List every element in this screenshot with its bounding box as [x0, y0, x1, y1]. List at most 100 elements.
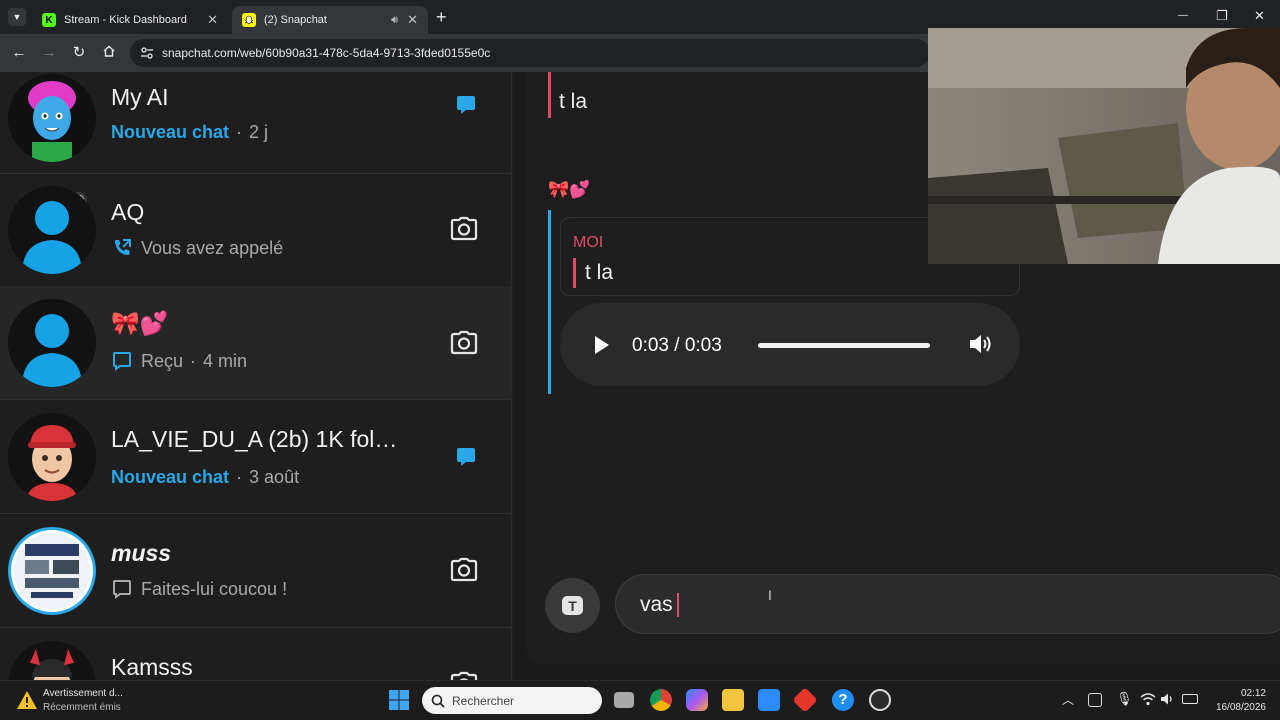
message-bar	[548, 210, 551, 394]
message-input[interactable]: vas I	[615, 574, 1280, 634]
site-info-icon[interactable]	[140, 46, 154, 60]
copilot-icon[interactable]	[686, 689, 708, 711]
message-input-text: vas	[640, 593, 673, 616]
help-icon[interactable]: ?	[832, 689, 854, 711]
tab-title: (2) Snapchat	[264, 14, 327, 26]
sender-name: 🎀💕	[548, 180, 591, 199]
home-icon[interactable]	[100, 44, 118, 62]
clock-date: 16/08/2026	[1215, 702, 1266, 713]
chat-bubble-icon[interactable]	[456, 94, 476, 121]
battery-icon[interactable]	[1182, 694, 1198, 704]
camera-icon[interactable]	[450, 216, 478, 247]
chat-time: 3 août	[249, 467, 300, 487]
notification-subtitle: Récemment émis	[43, 702, 121, 713]
url-text: snapchat.com/web/60b90a31-478c-5da4-9713…	[162, 46, 491, 60]
svg-text:T: T	[568, 598, 577, 614]
chat-time: 2 j	[249, 122, 269, 142]
windows-start-icon[interactable]	[389, 690, 409, 715]
chat-outline-icon	[113, 352, 131, 371]
chat-item-muss[interactable]: muss Faites-lui coucou !	[0, 514, 511, 628]
play-icon[interactable]	[593, 335, 611, 355]
chat-bubble-icon[interactable]	[456, 446, 476, 473]
chat-status-text: Vous avez appelé	[141, 237, 284, 258]
chat-name: Kamsss	[111, 654, 193, 680]
speaker-icon[interactable]	[1160, 691, 1176, 712]
chrome-icon[interactable]	[650, 689, 672, 711]
avatar	[8, 527, 96, 615]
chat-name: AQ	[111, 199, 145, 225]
tray-chevron-icon[interactable]: ︿	[1062, 691, 1074, 708]
chat-status: Faites-lui coucou !	[111, 578, 287, 600]
close-tab-icon[interactable]: ✕	[407, 12, 418, 28]
chat-name: LA_VIE_DU_A (2b) 1K fol…	[111, 426, 398, 452]
text-caret	[677, 593, 679, 617]
minimize-button[interactable]: —	[1178, 10, 1188, 21]
task-view-icon[interactable]	[614, 692, 634, 708]
restore-button[interactable]: ❐	[1216, 8, 1228, 24]
app-red-icon[interactable]	[792, 687, 818, 713]
chat-time: 4 min	[203, 350, 248, 371]
chat-item-aq[interactable]: AQ Vous avez appelé	[0, 173, 511, 287]
tab-kick-dashboard[interactable]: K Stream - Kick Dashboard ✕	[32, 6, 228, 34]
chat-item-my-ai[interactable]: 📌︎ My AI Nouveau chat · 2 j	[0, 72, 511, 212]
close-tab-icon[interactable]: ✕	[207, 12, 218, 28]
forward-arrow-icon[interactable]: →	[40, 44, 58, 62]
obs-icon[interactable]	[869, 689, 891, 711]
chat-outline-icon	[113, 580, 131, 599]
ibeam-cursor-icon: I	[768, 587, 772, 603]
tab-snapchat[interactable]: (2) Snapchat 🔊︎ ✕	[232, 6, 428, 34]
chat-status: Nouveau chat · 2 j	[111, 122, 269, 142]
new-chat-label: Nouveau chat	[111, 122, 230, 142]
chat-status: Reçu · 4 min	[111, 350, 247, 372]
avatar	[8, 299, 96, 387]
audio-progress-track[interactable]	[758, 343, 930, 348]
camera-icon[interactable]	[450, 557, 478, 588]
tab-audio-icon[interactable]: 🔊︎	[391, 14, 398, 27]
quote-bar	[573, 258, 576, 288]
tray-icon[interactable]	[1088, 693, 1102, 707]
message-bar	[548, 72, 551, 118]
close-window-button[interactable]: ✕	[1254, 8, 1265, 24]
wifi-icon[interactable]	[1140, 691, 1156, 712]
tab-list-button[interactable]: ▼	[8, 8, 26, 26]
call-arrow-icon	[115, 239, 131, 255]
search-placeholder: Rechercher	[452, 694, 515, 708]
file-explorer-icon[interactable]	[722, 689, 744, 711]
audio-time: 0:03 / 0:03	[632, 335, 722, 356]
volume-icon[interactable]	[968, 332, 994, 356]
chat-item-kamsss[interactable]: Kamsss	[0, 628, 511, 680]
search-icon	[431, 694, 445, 708]
address-bar[interactable]: snapchat.com/web/60b90a31-478c-5da4-9713…	[130, 39, 930, 67]
microphone-icon[interactable]: 🎙︎	[1116, 691, 1133, 707]
text-tool-button[interactable]: T	[545, 578, 600, 633]
notification-widget[interactable]: Avertissement d... Récemment émis	[43, 687, 123, 715]
avatar	[8, 186, 96, 274]
chat-item-selected[interactable]: 🎀💕 Reçu · 4 min	[0, 286, 511, 400]
avatar	[8, 641, 96, 680]
store-icon[interactable]	[758, 689, 780, 711]
chat-status-text: Reçu	[141, 350, 184, 371]
taskbar: Avertissement d... Récemment émis Recher…	[0, 680, 1280, 720]
kick-favicon-icon: K	[42, 13, 56, 27]
notification-title: Avertissement d...	[43, 688, 123, 699]
chat-name: My AI	[111, 84, 169, 110]
previous-message: t la	[559, 90, 588, 113]
camera-icon[interactable]	[450, 330, 478, 361]
webcam-overlay	[928, 28, 1280, 264]
back-arrow-icon[interactable]: ←	[10, 44, 28, 62]
chat-status: Nouveau chat · 3 août	[111, 467, 300, 487]
camera-icon[interactable]	[450, 671, 478, 680]
chat-name: muss	[111, 540, 172, 566]
quote-sender: MOI	[573, 234, 604, 251]
avatar	[8, 413, 96, 501]
tab-title: Stream - Kick Dashboard	[64, 14, 187, 26]
chat-status: Vous avez appelé	[111, 237, 283, 259]
audio-progress-fill	[758, 343, 930, 348]
chat-list: 📌︎ My AI Nouveau chat · 2 j AQ Vous avez…	[0, 72, 512, 680]
clock[interactable]: 02:12 16/08/2026	[1206, 687, 1266, 715]
chat-item-la-vie-du-a[interactable]: LA_VIE_DU_A (2b) 1K fol…	[0, 400, 511, 514]
reload-icon[interactable]: ↻	[70, 44, 88, 62]
new-tab-button[interactable]: +	[436, 7, 447, 28]
taskbar-search[interactable]: Rechercher	[422, 687, 602, 714]
avatar	[8, 74, 96, 162]
